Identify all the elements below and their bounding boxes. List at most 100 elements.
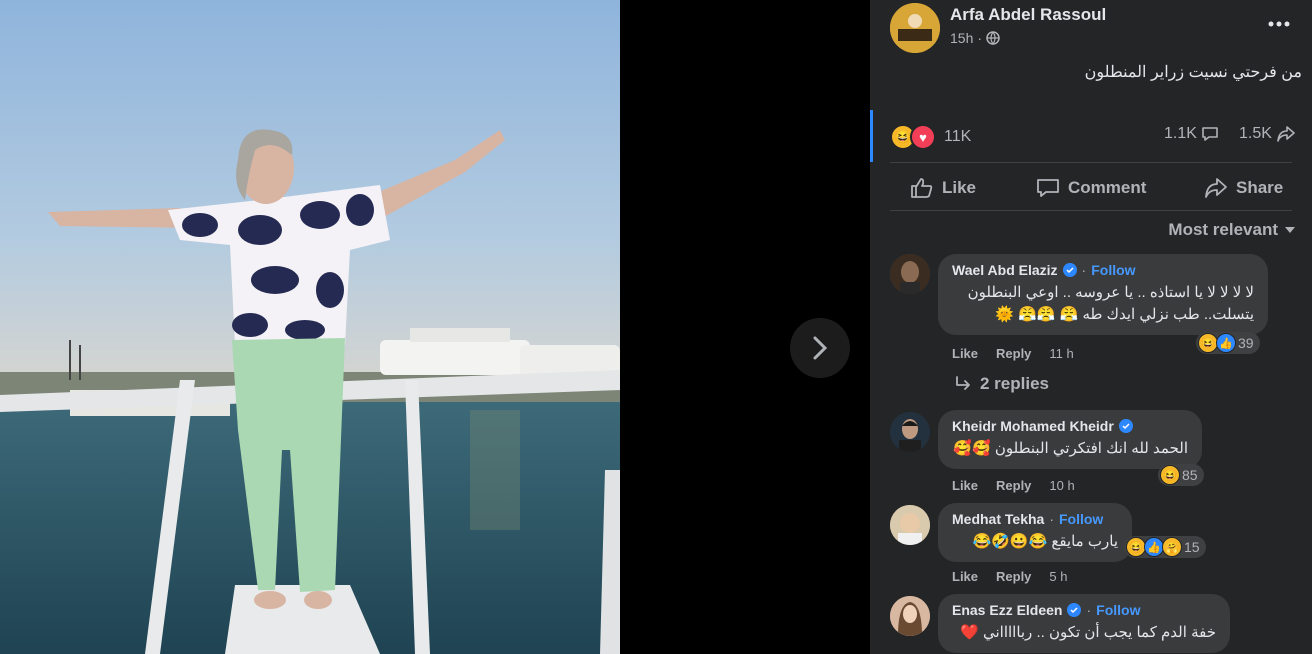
comments-count-link[interactable]: 1.1K — [1164, 125, 1219, 143]
comment-reply-button[interactable]: Reply — [996, 569, 1031, 584]
haha-reaction-icon: 😆 — [1126, 537, 1146, 557]
comment-like-button[interactable]: Like — [952, 478, 978, 493]
post-timestamp[interactable]: 15h · — [950, 30, 1000, 46]
comment-item: Medhat Tekha · Follow يارب مايقع 😂😀🤣😂 😆 … — [870, 503, 1312, 588]
commenter-avatar[interactable] — [890, 412, 930, 452]
verified-badge-icon — [1118, 419, 1133, 433]
shares-count: 1.5K — [1239, 125, 1272, 142]
follow-button[interactable]: Follow — [1059, 511, 1103, 527]
sort-label: Most relevant — [1168, 220, 1278, 239]
thumbs-up-icon — [911, 178, 933, 198]
reply-arrow-icon — [956, 376, 970, 390]
reaction-summary[interactable]: 😆 ♥ 11K — [890, 124, 971, 150]
comment-like-button[interactable]: Like — [952, 346, 978, 361]
share-icon — [1205, 178, 1227, 198]
like-reaction-icon: 👍 — [1216, 333, 1236, 353]
comment-reactions[interactable]: 😆 85 — [1158, 464, 1204, 486]
comment-item: Wael Abd Elaziz · Follow لا لا لا لا يا … — [870, 254, 1312, 374]
comment-reaction-count: 85 — [1182, 467, 1198, 483]
comment-reply-button[interactable]: Reply — [996, 346, 1031, 361]
like-button[interactable]: Like — [910, 172, 976, 204]
commenter-name[interactable]: Medhat Tekha — [952, 511, 1044, 527]
comment-text: لا لا لا لا يا استاذه .. يا عروسه .. اوع… — [952, 282, 1254, 326]
comment-icon — [1037, 179, 1059, 197]
commenter-name[interactable]: Wael Abd Elaziz — [952, 262, 1058, 278]
comment-text-line: لا لا لا لا يا استاذه .. يا عروسه .. اوع… — [967, 284, 1254, 301]
comment-actions: Like Reply 10 h — [952, 478, 1075, 493]
comment-text: الحمد لله انك افتكرتي البنطلون 🥰🥰 — [953, 440, 1188, 457]
commenter-avatar[interactable] — [890, 505, 930, 545]
view-replies-button[interactable]: 2 replies — [954, 374, 1049, 394]
comment-like-button[interactable]: Like — [952, 569, 978, 584]
post-stats: 😆 ♥ 11K 1.1K 1.5K — [870, 110, 1312, 162]
post-caption: من فرحتي نسيت زراير المنطلون — [1084, 64, 1302, 81]
comment-reactions[interactable]: 😆 👍 🤗 15 — [1124, 536, 1206, 558]
dot-separator: · — [1081, 262, 1087, 278]
comment-bubble: Kheidr Mohamed Kheidr الحمد لله انك افتك… — [938, 410, 1202, 469]
comment-reaction-count: 39 — [1238, 335, 1254, 351]
comment-bubble: Enas Ezz Eldeen · Follow خفة الدم كما يج… — [938, 594, 1230, 653]
comment-author-row: Medhat Tekha · Follow — [952, 511, 1118, 527]
comment-actions: Like Reply 5 h — [952, 569, 1068, 584]
photo-viewer — [0, 0, 870, 654]
commenter-name[interactable]: Enas Ezz Eldeen — [952, 602, 1062, 618]
share-icon — [1277, 126, 1295, 142]
verified-badge-icon — [1067, 603, 1082, 617]
care-reaction-icon: 🤗 — [1162, 537, 1182, 557]
haha-reaction-icon: 😆 — [1198, 333, 1218, 353]
commenter-avatar[interactable] — [890, 254, 930, 294]
commenter-name[interactable]: Kheidr Mohamed Kheidr — [952, 418, 1114, 434]
like-reaction-icon: 👍 — [1144, 537, 1164, 557]
chevron-right-icon — [813, 336, 828, 360]
commenter-avatar[interactable] — [890, 596, 930, 636]
comment-button[interactable]: Comment — [1036, 172, 1146, 204]
post-photo — [0, 0, 620, 654]
comment-label: Comment — [1068, 178, 1147, 197]
globe-icon — [986, 31, 1000, 45]
comment-text: يارب مايقع 😂😀🤣😂 — [972, 533, 1118, 550]
verified-badge-icon — [1062, 263, 1077, 277]
love-reaction-icon: ♥ — [910, 124, 936, 150]
comment-time: 11 h — [1049, 346, 1074, 361]
comment-time: 5 h — [1049, 569, 1068, 584]
comment-text-line: يتسلت.. طب نزلي ايدك طه 😤 😤😤 🌞 — [995, 306, 1254, 323]
comment-author-row: Kheidr Mohamed Kheidr — [952, 418, 1188, 434]
comment-author-row: Enas Ezz Eldeen · Follow — [952, 602, 1216, 618]
share-button[interactable]: Share — [1204, 172, 1283, 204]
comment-reaction-count: 15 — [1184, 539, 1200, 555]
comment-reply-button[interactable]: Reply — [996, 478, 1031, 493]
dot-separator: · — [977, 30, 983, 46]
comment-bubble: Wael Abd Elaziz · Follow لا لا لا لا يا … — [938, 254, 1268, 335]
comment-item: Enas Ezz Eldeen · Follow خفة الدم كما يج… — [870, 594, 1312, 654]
post-side-panel: Arfa Abdel Rassoul 15h · من فرحتي نسيت ز… — [870, 0, 1312, 654]
shares-count-link[interactable]: 1.5K — [1239, 125, 1296, 143]
next-photo-button[interactable] — [790, 318, 850, 378]
divider — [890, 210, 1292, 211]
share-label: Share — [1236, 178, 1284, 197]
author-avatar[interactable] — [890, 3, 940, 53]
follow-button[interactable]: Follow — [1091, 262, 1135, 278]
comment-item: Kheidr Mohamed Kheidr الحمد لله انك افتك… — [870, 410, 1312, 500]
replies-label: 2 replies — [980, 374, 1049, 393]
dot-separator: · — [1086, 602, 1092, 618]
comment-time: 10 h — [1049, 478, 1075, 493]
follow-button[interactable]: Follow — [1096, 602, 1140, 618]
comment-bubble: Medhat Tekha · Follow يارب مايقع 😂😀🤣😂 — [938, 503, 1132, 562]
focus-indicator — [870, 110, 873, 162]
author-name[interactable]: Arfa Abdel Rassoul — [950, 5, 1106, 25]
reaction-count: 11K — [944, 128, 972, 145]
comment-icon — [1202, 127, 1218, 141]
more-horizontal-icon — [1268, 21, 1290, 27]
comment-actions: Like Reply 11 h — [952, 346, 1074, 361]
post-time-label: 15h — [950, 30, 974, 46]
caret-down-icon — [1285, 227, 1295, 233]
more-options-button[interactable] — [1268, 14, 1290, 32]
comments-count: 1.1K — [1164, 125, 1197, 142]
like-label: Like — [942, 178, 977, 197]
comment-reactions[interactable]: 😆 👍 39 — [1196, 332, 1260, 354]
dot-separator: · — [1049, 511, 1054, 527]
comment-author-row: Wael Abd Elaziz · Follow — [952, 262, 1254, 278]
comment-text: خفة الدم كما يجب أن تكون .. رباااااني ❤️ — [960, 624, 1216, 641]
divider — [890, 162, 1292, 163]
comment-sort-dropdown[interactable]: Most relevant — [1168, 220, 1296, 240]
